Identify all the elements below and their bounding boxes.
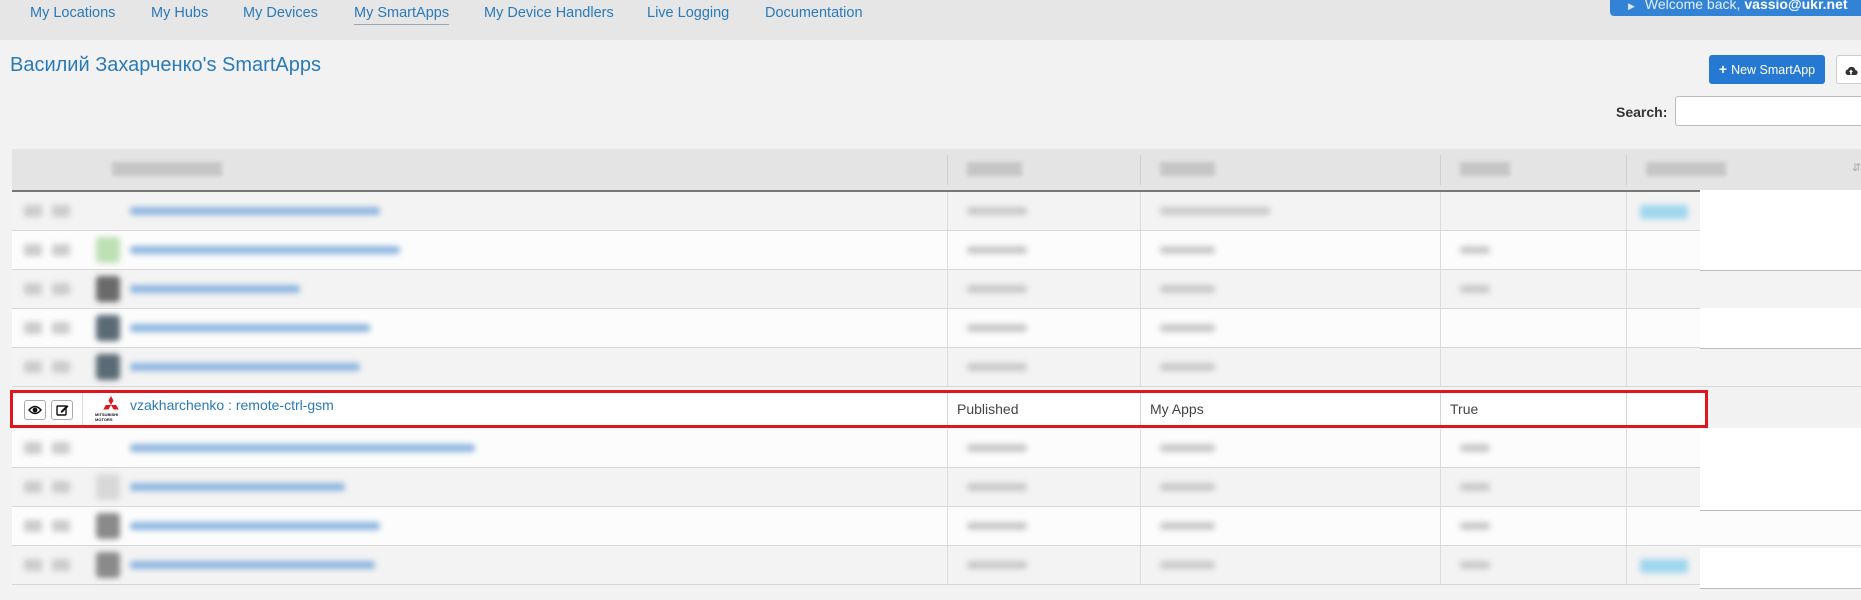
table-row[interactable] xyxy=(12,546,1861,585)
table-header: ⇵ xyxy=(12,149,1861,192)
table-row[interactable] xyxy=(12,348,1861,387)
column-header-name xyxy=(112,162,222,176)
nav-my-device-handlers[interactable]: My Device Handlers xyxy=(484,4,614,22)
search-input[interactable] xyxy=(1675,96,1861,126)
upload-button[interactable] xyxy=(1836,55,1861,84)
nav-my-devices[interactable]: My Devices xyxy=(243,4,318,22)
status-cell: Published xyxy=(957,401,1019,417)
cloud-upload-icon xyxy=(1845,66,1858,75)
nav-live-logging[interactable]: Live Logging xyxy=(647,4,729,22)
nav-documentation[interactable]: Documentation xyxy=(765,4,863,22)
top-navigation: My Locations My Hubs My Devices My Smart… xyxy=(0,0,1861,40)
new-smartapp-button[interactable]: + New SmartApp xyxy=(1709,55,1825,84)
smartapp-name-link[interactable]: vzakharchenko : remote-ctrl-gsm xyxy=(130,393,334,417)
table-row[interactable] xyxy=(12,309,1861,348)
table-row[interactable] xyxy=(12,429,1861,468)
view-button[interactable] xyxy=(24,400,46,420)
table-row[interactable] xyxy=(12,270,1861,309)
category-cell: My Apps xyxy=(1150,401,1204,417)
column-header-locations xyxy=(1646,162,1726,176)
column-header-status xyxy=(967,162,1022,176)
welcome-text: Welcome back, xyxy=(1644,0,1741,12)
eye-icon xyxy=(28,405,42,415)
flag-cell: True xyxy=(1450,401,1479,417)
nav-my-smartapps[interactable]: My SmartApps xyxy=(354,4,450,25)
edit-button[interactable] xyxy=(51,400,73,420)
table-row[interactable] xyxy=(12,507,1861,546)
table-row[interactable] xyxy=(12,231,1861,270)
play-icon: ▶ xyxy=(1628,1,1635,11)
table-row[interactable] xyxy=(12,468,1861,507)
column-header-category xyxy=(1160,162,1215,176)
nav-my-locations[interactable]: My Locations xyxy=(30,4,115,22)
smartapps-table: ⇵ xyxy=(12,149,1861,594)
sort-icon[interactable]: ⇵ xyxy=(1852,161,1861,174)
nav-my-hubs[interactable]: My Hubs xyxy=(151,4,208,22)
edit-icon xyxy=(56,405,69,416)
table-row-highlighted[interactable]: MITSUBISHI MOTORS vzakharchenko : remote… xyxy=(10,390,1708,428)
welcome-banner[interactable]: ▶ Welcome back, vassio@ukr.net xyxy=(1610,0,1861,16)
welcome-user: vassio@ukr.net xyxy=(1744,0,1848,12)
column-header-flag xyxy=(1460,162,1510,176)
table-row[interactable] xyxy=(12,192,1861,231)
new-smartapp-label: New SmartApp xyxy=(1731,63,1816,77)
page-title: Василий Захарченко's SmartApps xyxy=(10,54,321,76)
logo-label: MITSUBISHI MOTORS xyxy=(95,412,119,422)
plus-icon: + xyxy=(1718,61,1728,77)
search-label: Search: xyxy=(1616,104,1668,120)
